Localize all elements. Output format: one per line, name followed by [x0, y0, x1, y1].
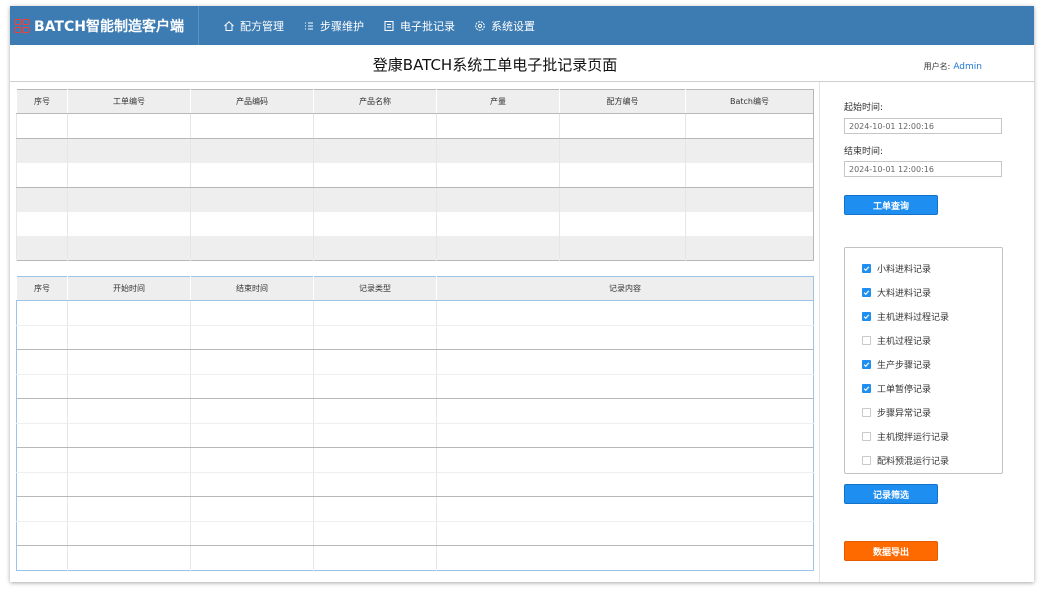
work-order-search-button[interactable]: 工单查询: [844, 195, 938, 215]
table-row[interactable]: [16, 447, 814, 473]
nav-label: 系统设置: [491, 19, 535, 33]
filter-item[interactable]: 配料预混运行记录: [845, 448, 1002, 472]
nav-step-maintenance[interactable]: 步骤维护: [303, 18, 364, 34]
table-row[interactable]: [16, 162, 814, 188]
checkbox[interactable]: [862, 383, 871, 393]
table-row[interactable]: [16, 325, 814, 350]
checkbox[interactable]: [862, 336, 871, 346]
column-header[interactable]: 记录类型: [313, 276, 437, 301]
table-row[interactable]: [16, 113, 814, 139]
filter-label: 主机搅拌运行记录: [877, 432, 950, 443]
user-name: Admin: [953, 62, 982, 72]
filter-item[interactable]: 小料进料记录: [845, 257, 1002, 281]
user-label: 用户名:: [923, 62, 951, 71]
nav-system-settings[interactable]: 系统设置: [474, 18, 535, 34]
column-header[interactable]: Batch编号: [685, 89, 814, 114]
filter-label: 大料进料记录: [877, 289, 932, 300]
nav-label: 配方管理: [240, 19, 284, 33]
table-row[interactable]: [16, 211, 814, 236]
user-info: 用户名: Admin: [924, 61, 982, 72]
column-header[interactable]: 产品编码: [190, 89, 314, 114]
start-time-label: 起始时间:: [844, 103, 884, 113]
table-row[interactable]: [16, 187, 814, 212]
filter-label: 步骤异常记录: [877, 408, 932, 419]
column-header[interactable]: 产量: [436, 89, 560, 114]
gear-icon: [474, 20, 486, 32]
table-row[interactable]: [16, 349, 814, 375]
filter-label: 配料预混运行记录: [877, 456, 950, 467]
column-header[interactable]: 开始时间: [67, 276, 191, 301]
filter-label: 主机过程记录: [877, 337, 932, 348]
app-window: BATCH智能制造客户端 配方管理 步骤维护 电子批记录 系统设置 登康BATC…: [10, 6, 1034, 582]
record-filter-button[interactable]: 记录筛选: [844, 484, 938, 504]
checkbox[interactable]: [862, 360, 871, 369]
nav-electronic-batch-record[interactable]: 电子批记录: [383, 18, 455, 34]
record-type-filter-list: 小料进料记录 大料进料记录 主机进料过程记录 主机过程记录 生产步骤记录 工单暂…: [844, 247, 1003, 474]
filter-item[interactable]: 生产步骤记录: [845, 353, 1002, 377]
list-icon: [303, 20, 315, 32]
table-row[interactable]: [16, 472, 814, 497]
end-time-label: 结束时间:: [844, 147, 884, 157]
top-navbar: BATCH智能制造客户端 配方管理 步骤维护 电子批记录 系统设置: [10, 6, 1034, 45]
column-header[interactable]: 工单编号: [67, 89, 191, 114]
filter-label: 工单暂停记录: [877, 384, 932, 395]
filter-item[interactable]: 主机搅拌运行记录: [845, 424, 1002, 448]
table-row[interactable]: [16, 521, 814, 546]
table-row[interactable]: [16, 374, 814, 399]
nav-label: 电子批记录: [400, 19, 455, 33]
column-header[interactable]: 序号: [16, 276, 68, 301]
filter-item[interactable]: 主机进料过程记录: [845, 305, 1002, 329]
column-header[interactable]: 配方编号: [559, 89, 686, 114]
document-icon: [383, 20, 395, 32]
checkbox[interactable]: [862, 455, 871, 465]
table-row[interactable]: [16, 236, 814, 261]
query-sidebar: 起始时间: 结束时间: 工单查询 小料进料记录 大料进料记录 主机进料过程记录 …: [819, 82, 1034, 582]
start-time-input[interactable]: [844, 118, 1002, 134]
column-header[interactable]: 结束时间: [190, 276, 314, 301]
filter-label: 主机进料过程记录: [877, 313, 950, 324]
batch-record-table: 序号 开始时间 结束时间 记录类型 记录内容: [16, 276, 814, 571]
checkbox[interactable]: [862, 288, 871, 298]
table-header-row: 序号 工单编号 产品编码 产品名称 产量 配方编号 Batch编号: [16, 89, 814, 114]
table-header-row: 序号 开始时间 结束时间 记录类型 记录内容: [16, 276, 814, 301]
table-row[interactable]: [17, 545, 814, 570]
table-row[interactable]: [16, 423, 814, 448]
table-row[interactable]: [16, 138, 814, 163]
checkbox[interactable]: [862, 264, 871, 274]
column-header[interactable]: 记录内容: [436, 276, 814, 301]
data-export-button[interactable]: 数据导出: [844, 541, 938, 561]
column-header[interactable]: 序号: [16, 89, 68, 114]
checkbox[interactable]: [862, 312, 871, 322]
filter-label: 小料进料记录: [877, 265, 932, 276]
page-header: 登康BATCH系统工单电子批记录页面 用户名: Admin: [10, 45, 1034, 82]
column-header[interactable]: 产品名称: [313, 89, 437, 114]
nav-label: 步骤维护: [320, 19, 364, 33]
table-row[interactable]: [16, 300, 814, 326]
app-title: BATCH智能制造客户端: [34, 18, 184, 35]
brand: BATCH智能制造客户端: [10, 6, 199, 45]
home-icon: [223, 20, 235, 32]
filter-item[interactable]: 步骤异常记录: [845, 400, 1002, 424]
work-order-table: 序号 工单编号 产品编码 产品名称 产量 配方编号 Batch编号: [16, 89, 814, 261]
checkbox[interactable]: [862, 431, 871, 441]
nav-recipe-management[interactable]: 配方管理: [223, 18, 284, 34]
main-panel: 序号 工单编号 产品编码 产品名称 产量 配方编号 Batch编号 序号 开始时…: [10, 82, 819, 582]
table-row[interactable]: [16, 496, 814, 522]
filter-item[interactable]: 大料进料记录: [845, 281, 1002, 305]
table-row[interactable]: [16, 398, 814, 424]
main-nav: 配方管理 步骤维护 电子批记录 系统设置: [199, 18, 554, 34]
app-logo-icon: [15, 18, 29, 33]
filter-item[interactable]: 工单暂停记录: [845, 376, 1002, 400]
end-time-input[interactable]: [844, 161, 1002, 177]
filter-item[interactable]: 主机过程记录: [845, 329, 1002, 353]
checkbox[interactable]: [862, 407, 871, 417]
filter-label: 生产步骤记录: [877, 361, 932, 371]
page-title: 登康BATCH系统工单电子批记录页面: [372, 56, 618, 74]
